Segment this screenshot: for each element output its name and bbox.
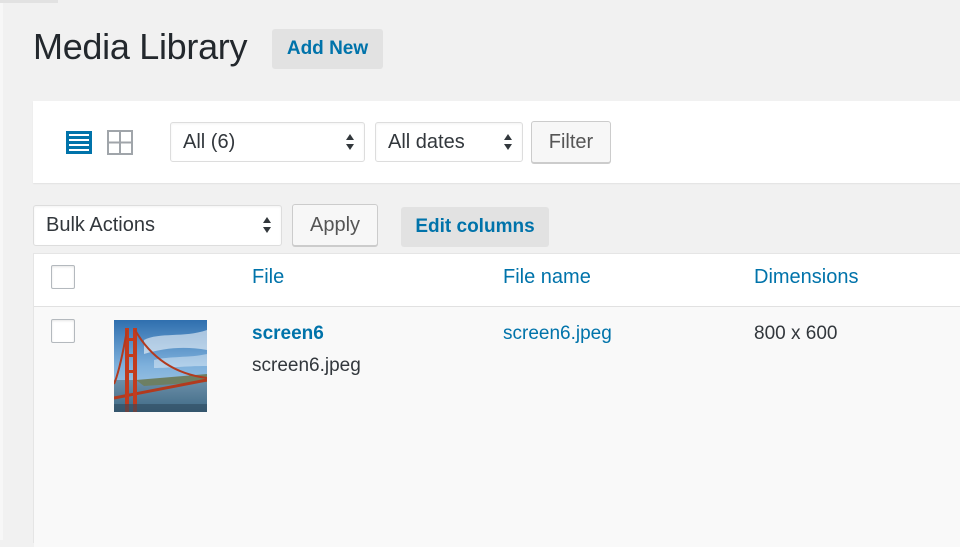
screen-options-tab-edge xyxy=(0,0,58,3)
media-type-select-value: All (6) xyxy=(183,130,236,153)
media-filter-toolbar: All (6) All dates Filter xyxy=(33,101,960,183)
column-header-dimensions[interactable]: Dimensions xyxy=(754,266,858,289)
filter-button[interactable]: Filter xyxy=(531,121,611,163)
bulk-actions-value: Bulk Actions xyxy=(46,214,155,236)
row-checkbox[interactable] xyxy=(51,319,75,343)
add-new-button[interactable]: Add New xyxy=(272,29,383,69)
table-row: screen6 screen6.jpeg screen6.jpeg 800 x … xyxy=(34,307,960,547)
dimensions-value: 800 x 600 xyxy=(754,323,838,344)
file-title-link[interactable]: screen6 xyxy=(252,323,324,345)
media-type-select[interactable]: All (6) xyxy=(170,122,365,162)
select-arrows-icon xyxy=(346,134,354,150)
column-header-file-name[interactable]: File name xyxy=(503,266,591,289)
grid-view-icon[interactable] xyxy=(105,127,135,157)
list-view-icon[interactable] xyxy=(64,127,94,157)
date-select[interactable]: All dates xyxy=(375,122,523,162)
media-table: File File name Dimensions screen6 screen… xyxy=(33,253,960,547)
apply-button[interactable]: Apply xyxy=(292,204,378,246)
edit-columns-button[interactable]: Edit columns xyxy=(401,207,549,247)
column-header-file[interactable]: File xyxy=(252,266,284,289)
admin-edge xyxy=(0,0,3,540)
file-subtitle: screen6.jpeg xyxy=(252,355,361,376)
page-title: Media Library xyxy=(33,26,248,67)
select-all-checkbox[interactable] xyxy=(51,265,75,289)
file-name-link[interactable]: screen6.jpeg xyxy=(503,323,612,345)
table-header: File File name Dimensions xyxy=(34,254,960,307)
bulk-actions-select[interactable]: Bulk Actions xyxy=(33,205,282,246)
media-thumbnail[interactable] xyxy=(114,320,207,412)
select-arrows-icon xyxy=(504,134,512,150)
date-select-value: All dates xyxy=(388,130,465,153)
select-arrows-icon xyxy=(263,217,271,233)
